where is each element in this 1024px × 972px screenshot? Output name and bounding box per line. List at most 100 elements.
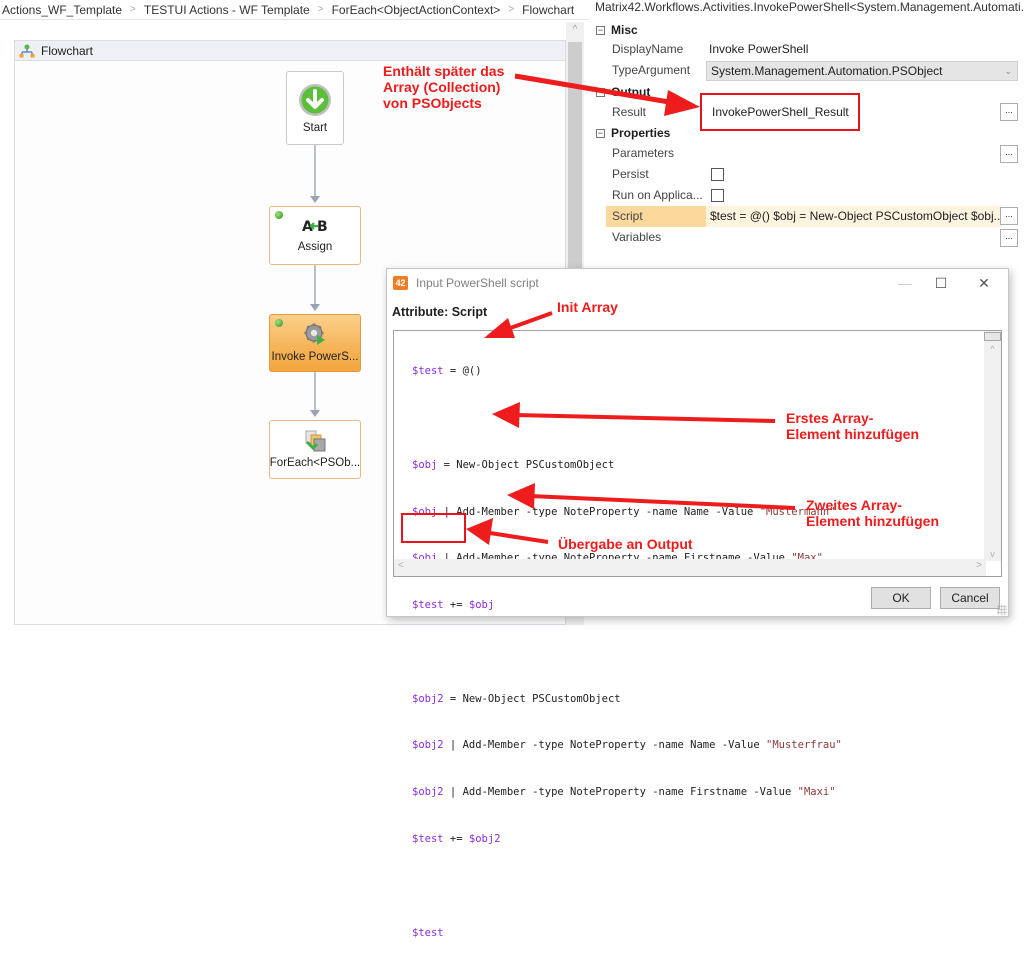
assign-node[interactable]: A B Assign — [269, 206, 361, 265]
annotation-line: von PSObjects — [383, 95, 482, 111]
foreach-node[interactable]: ForEach<PSOb... — [269, 420, 361, 479]
breadcrumb-item[interactable]: Actions_WF_Template — [2, 3, 122, 17]
property-label: Script — [606, 206, 706, 227]
property-label: DisplayName — [612, 42, 684, 56]
ok-button[interactable]: OK — [871, 587, 931, 609]
scroll-up-icon[interactable]: ^ — [984, 344, 1001, 354]
result-value-highlight[interactable]: InvokePowerShell_Result — [700, 93, 860, 131]
property-label: Persist — [612, 167, 649, 181]
output-highlight-box — [401, 513, 466, 543]
dropdown-value: System.Management.Automation.PSObject — [711, 64, 943, 78]
attribute-label: Attribute: Script — [392, 305, 488, 319]
category-label: Output — [611, 85, 651, 99]
persist-checkbox[interactable] — [711, 168, 724, 181]
scroll-up-icon[interactable]: ^ — [566, 24, 584, 38]
start-arrow-icon — [299, 84, 331, 116]
flowchart-title: Flowchart — [41, 43, 94, 58]
maximize-button[interactable]: ☐ — [926, 273, 956, 293]
typeargument-dropdown[interactable]: System.Management.Automation.PSObject ⌄ — [706, 61, 1018, 81]
property-label: Parameters — [612, 146, 675, 160]
code-line: $test = @() — [412, 365, 482, 378]
annotation-line: Array (Collection) — [383, 79, 501, 95]
arrowhead-icon — [310, 196, 320, 203]
annotation-result-note: Enthält später das Array (Collection) vo… — [383, 63, 504, 111]
collapse-icon[interactable]: − — [596, 87, 605, 97]
app-logo-icon: 42 — [393, 276, 408, 290]
script-code[interactable]: $test = @() ​ $obj = New-Object PSCustom… — [412, 333, 842, 972]
annotation-line: Element hinzufügen — [806, 513, 939, 529]
script-ellipsis-button[interactable]: ... — [1000, 207, 1018, 225]
property-label: Result — [612, 105, 647, 119]
arrowhead-icon — [310, 410, 320, 417]
flow-connector — [314, 265, 316, 306]
flow-connector — [314, 372, 316, 412]
node-label: Assign — [297, 241, 333, 253]
breadcrumb: Actions_WF_Template > TESTUI Actions - W… — [0, 0, 590, 20]
annotation-line: Zweites Array- — [806, 497, 902, 513]
category-output[interactable]: − Output — [590, 82, 650, 102]
property-variables[interactable]: Variables ... — [606, 227, 1024, 248]
scroll-right-icon[interactable]: > — [976, 560, 982, 571]
code-line: ​ — [412, 879, 842, 895]
close-button[interactable]: ✕ — [969, 273, 999, 293]
category-label: Misc — [611, 23, 638, 37]
property-run-on-application[interactable]: Run on Applica... — [606, 185, 1024, 206]
property-persist[interactable]: Persist — [606, 164, 1024, 185]
breadcrumb-item[interactable]: Flowchart — [522, 3, 574, 17]
gear-play-icon — [304, 323, 325, 345]
property-label: Variables — [612, 230, 662, 244]
node-label: ForEach<PSOb... — [269, 457, 361, 469]
node-label: Invoke PowerS... — [271, 351, 359, 363]
variables-ellipsis-button[interactable]: ... — [1000, 229, 1018, 247]
minimize-button[interactable]: — — [890, 273, 920, 293]
run-on-application-checkbox[interactable] — [711, 189, 724, 202]
annotation-line: Erstes Array- — [786, 410, 874, 426]
arrowhead-icon — [310, 304, 320, 311]
scroll-left-icon[interactable]: < — [398, 560, 404, 571]
category-label: Properties — [611, 126, 671, 140]
svg-text:B: B — [317, 219, 328, 235]
status-dot — [275, 319, 283, 327]
displayname-value[interactable]: Invoke PowerShell — [706, 39, 808, 60]
chevron-down-icon[interactable]: ⌄ — [1004, 62, 1012, 80]
invoke-powershell-node[interactable]: Invoke PowerS... — [269, 314, 361, 372]
category-properties[interactable]: − Properties — [590, 123, 670, 143]
scroll-down-icon[interactable]: v — [984, 549, 1001, 559]
breadcrumb-item[interactable]: TESTUI Actions - WF Template — [144, 3, 310, 17]
scrollbar-grip[interactable] — [984, 332, 1001, 341]
flow-connector — [314, 145, 316, 198]
property-script[interactable]: Script $test = @() $obj = New-Object PSC… — [606, 206, 1024, 227]
start-node[interactable]: Start — [286, 71, 344, 145]
cancel-button[interactable]: Cancel — [940, 587, 1000, 609]
script-value[interactable]: $test = @() $obj = New-Object PSCustomOb… — [706, 206, 1002, 227]
chevron-right-icon: > — [130, 4, 136, 15]
code-line: $obj2 | Add-Member -type NoteProperty -n… — [412, 786, 836, 799]
editor-horizontal-scrollbar[interactable]: < > — [394, 559, 986, 576]
result-ellipsis-button[interactable]: ... — [1000, 103, 1018, 121]
resize-grip[interactable] — [997, 605, 1007, 615]
code-line: $test += $obj2 — [412, 833, 501, 845]
code-line: ​ — [412, 411, 842, 427]
dialog-title: Input PowerShell script — [416, 276, 539, 290]
chevron-right-icon: > — [508, 4, 515, 15]
breadcrumb-item[interactable]: ForEach<ObjectActionContext> — [332, 3, 501, 17]
property-parameters[interactable]: Parameters ... — [606, 143, 1024, 164]
category-misc[interactable]: − Misc — [590, 20, 638, 40]
property-displayname[interactable]: DisplayName Invoke PowerShell — [606, 39, 1024, 60]
code-line: $test += $obj — [412, 599, 495, 612]
collapse-icon[interactable]: − — [596, 128, 605, 138]
node-label: Start — [302, 122, 328, 134]
code-line: $obj = New-Object PSCustomObject — [412, 458, 615, 471]
collapse-icon[interactable]: − — [596, 25, 605, 35]
code-line: ​ — [412, 645, 842, 661]
script-editor[interactable]: $test = @() ​ $obj = New-Object PSCustom… — [393, 330, 1002, 939]
property-typeargument[interactable]: TypeArgument System.Management.Automatio… — [606, 60, 1024, 81]
powershell-script-dialog: 42 Input PowerShell script — ☐ ✕ Attribu… — [386, 268, 1009, 939]
editor-vertical-scrollbar[interactable]: ^ v — [984, 331, 1001, 561]
foreach-icon — [305, 430, 326, 452]
annotation-init-array: Init Array — [557, 299, 618, 315]
parameters-ellipsis-button[interactable]: ... — [1000, 145, 1018, 163]
code-line: $test — [412, 926, 444, 939]
annotation-first-element: Erstes Array- Element hinzufügen — [786, 410, 919, 442]
property-grid: − Misc DisplayName Invoke PowerShell Typ… — [590, 18, 1024, 268]
